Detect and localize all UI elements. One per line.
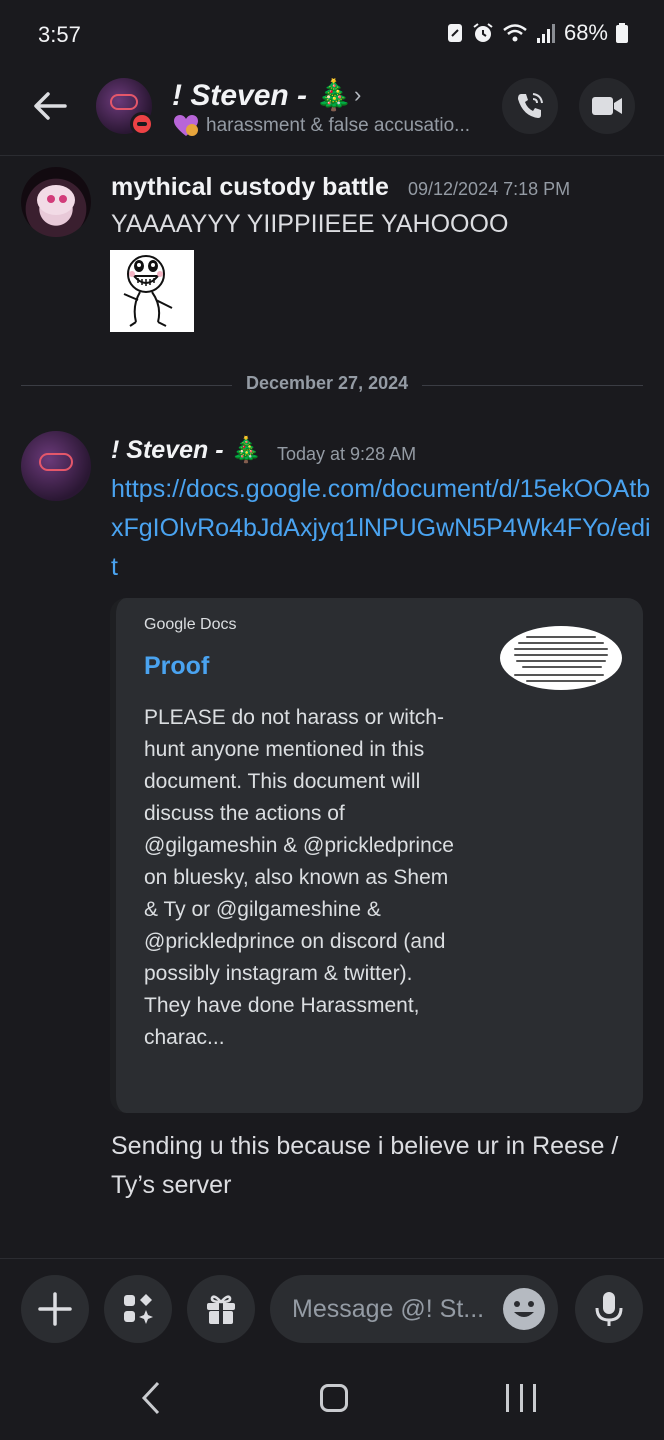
dnd-status-icon [130,112,154,136]
voice-message-button[interactable] [575,1275,643,1343]
message-author[interactable]: ! Steven - 🎄 [111,436,262,465]
status-icons: 68% [446,20,628,46]
link-embed[interactable]: Google Docs Proof PLEASE do not harass o… [110,598,643,1113]
embed-thumbnail[interactable] [500,626,622,690]
video-call-button[interactable] [579,78,635,134]
gift-icon [207,1295,235,1324]
sticker-image[interactable] [110,250,194,332]
wifi-icon [503,24,527,42]
attach-button[interactable] [21,1275,89,1343]
message-input[interactable]: Message @! St... [270,1275,558,1343]
message-composer: Message @! St... [0,1258,664,1360]
system-nav-bar [0,1360,664,1440]
video-camera-icon [592,97,622,115]
message-placeholder: Message @! St... [292,1295,485,1323]
back-button[interactable] [26,86,74,126]
custom-status: harassment & false accusatio... [172,114,470,138]
message-author[interactable]: mythical custody battle [111,173,389,202]
alarm-icon [473,23,493,42]
message-timestamp: 09/12/2024 7:18 PM [408,179,571,199]
message-link[interactable]: https://docs.google.com/document/d/15ekO… [111,470,651,587]
christmas-tree-emoji: 🎄 [230,436,262,464]
battery-percent: 68% [563,20,608,45]
status-text: harassment & false accusatio... [206,115,471,136]
avatar[interactable] [21,431,91,501]
nav-home-icon[interactable] [320,1384,348,1412]
emoji-icon [514,1301,534,1317]
purple-heart-icon [174,115,198,136]
nav-back-icon[interactable] [136,1380,166,1416]
dm-header: ! Steven - 🎄 › harassment & false accusa… [0,70,664,156]
plus-icon [38,1292,72,1326]
message-text: YAAAAYYY YIIPPIIEEE YAHOOOO [111,210,509,238]
signal-icon [536,24,555,43]
embed-title[interactable]: Proof [144,652,209,681]
data-saver-icon [447,24,462,42]
header-username[interactable]: ! Steven - 🎄 [172,78,353,113]
arrow-left-icon [34,92,67,120]
status-bar: 3:57 68% [0,0,664,70]
christmas-tree-emoji: 🎄 [315,79,353,112]
apps-icon [124,1294,153,1324]
embed-provider: Google Docs [144,616,237,633]
date-divider-label: December 27, 2024 [232,373,423,394]
message-timestamp: Today at 9:28 AM [277,444,417,464]
gift-button[interactable] [187,1275,255,1343]
grinning-doodle-icon [123,255,173,327]
microphone-icon [595,1292,623,1326]
voice-call-button[interactable] [502,78,558,134]
apps-button[interactable] [104,1275,172,1343]
nav-recents-icon[interactable] [506,1384,536,1412]
embed-description: PLEASE do not harass or witch-hunt anyon… [144,706,454,1049]
message-text: Sending u this because i believe ur in R… [111,1132,619,1199]
status-time: 3:57 [38,22,81,47]
chevron-right-icon[interactable]: › [354,82,361,108]
avatar[interactable] [21,167,91,237]
emoji-button[interactable] [503,1288,545,1330]
battery-icon [616,23,628,43]
phone-icon [518,93,543,118]
